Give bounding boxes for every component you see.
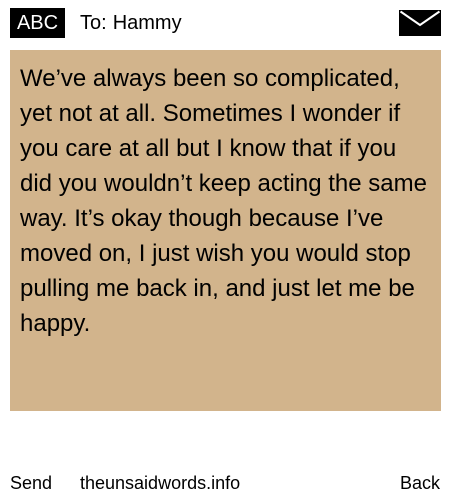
send-button[interactable]: Send xyxy=(10,470,52,496)
recipient-line: To: Hammy xyxy=(80,9,182,37)
back-button[interactable]: Back xyxy=(400,470,440,496)
message-body: We’ve always been so complicated, yet no… xyxy=(10,50,441,411)
softkey-bar: Send theunsaidwords.info Back xyxy=(0,470,450,500)
message-header: ABC To: Hammy xyxy=(0,0,450,44)
to-label: To: xyxy=(80,12,107,34)
input-mode-badge: ABC xyxy=(10,8,65,38)
message-text: We’ve always been so complicated, yet no… xyxy=(20,65,427,337)
recipient-name: Hammy xyxy=(112,12,182,34)
site-link[interactable]: theunsaidwords.info xyxy=(80,470,240,496)
envelope-icon xyxy=(399,10,441,36)
